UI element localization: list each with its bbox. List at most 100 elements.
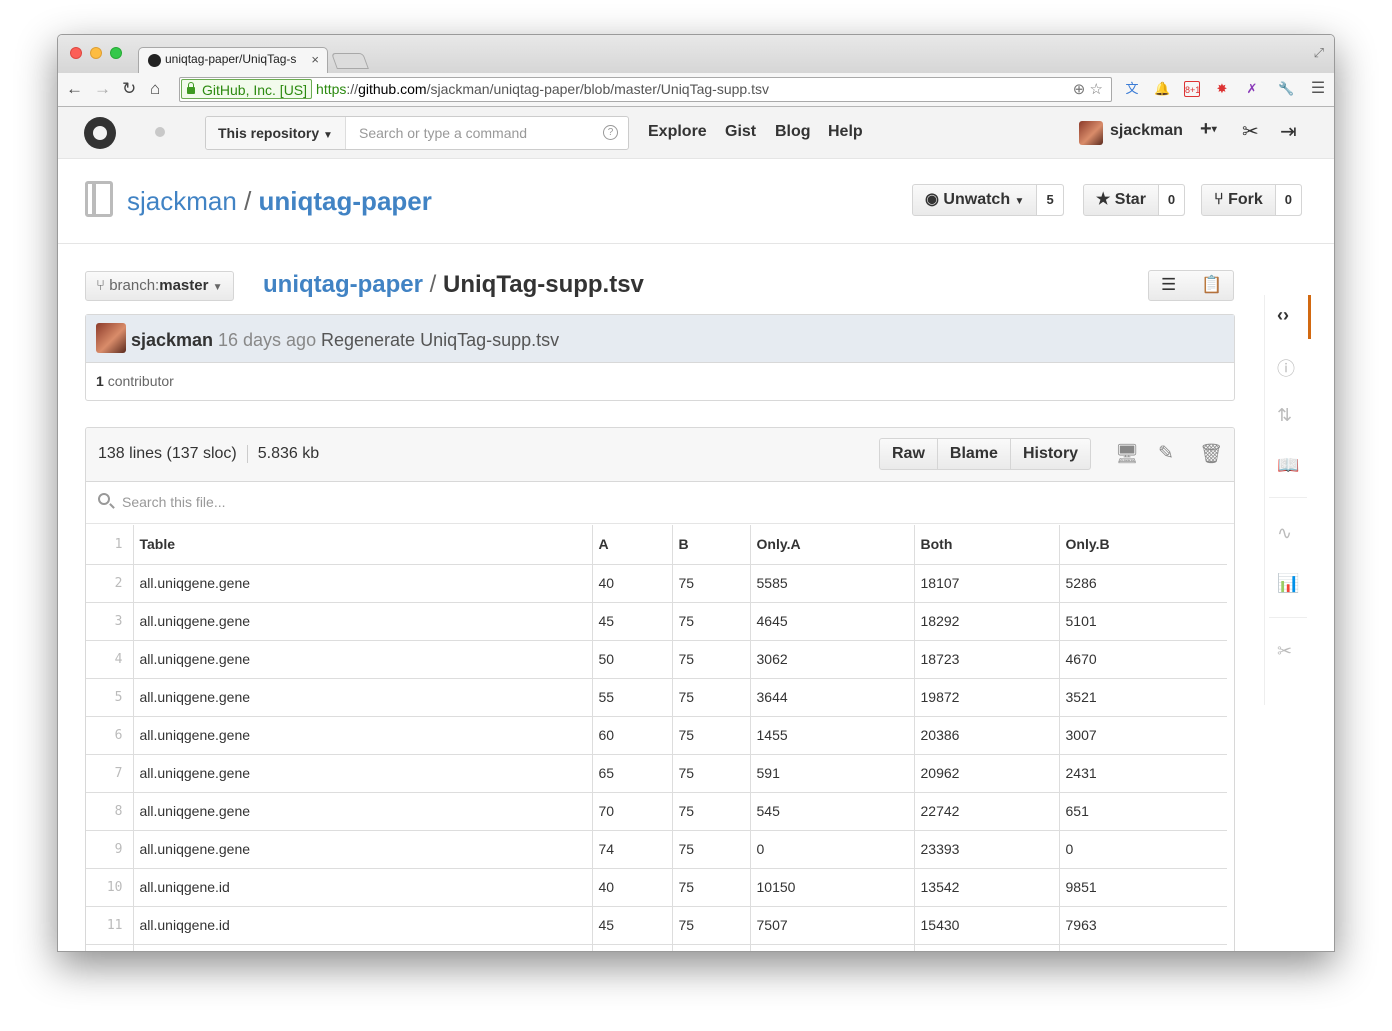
table-cell: 55 <box>591 678 672 717</box>
settings-tools-icon[interactable]: ✂ <box>1242 119 1259 144</box>
window-close-button[interactable] <box>70 47 82 59</box>
pull-requests-icon[interactable]: ⇅ <box>1277 405 1292 426</box>
breadcrumb-repo-link[interactable]: uniqtag-paper <box>263 271 423 298</box>
table-cell: 75 <box>671 830 750 869</box>
table-cell: 50 <box>591 640 672 679</box>
notification-bell-icon[interactable]: 🔔 <box>1154 81 1170 97</box>
commit-author[interactable]: sjackman <box>131 330 213 351</box>
user-avatar[interactable] <box>1079 121 1103 145</box>
commit-message[interactable]: Regenerate UniqTag-supp.tsv <box>321 330 559 351</box>
raw-button[interactable]: Raw <box>880 439 938 469</box>
file-actions: Raw Blame History <box>879 438 1092 470</box>
watchers-count[interactable]: 5 <box>1036 185 1063 215</box>
code-icon[interactable]: ‹› <box>1277 305 1289 326</box>
forward-arrow-icon[interactable]: → <box>94 79 111 99</box>
nav-explore[interactable]: Explore <box>648 123 707 141</box>
site-search: This repository ▼ ? <box>205 116 629 150</box>
line-number[interactable]: 5 <box>86 678 133 717</box>
url-host: github.com <box>358 81 427 97</box>
reload-icon[interactable]: ↻ <box>122 79 136 99</box>
table-row: 9 all.uniqgene.gene 74 75 0 23393 0 <box>86 830 1227 869</box>
zoom-icon[interactable]: ⊕ <box>1073 81 1086 98</box>
table-cell: all.uniqgene.gene <box>132 716 592 755</box>
address-bar[interactable]: GitHub, Inc. [US] https://github.com/sjac… <box>179 77 1112 102</box>
repo-header: sjackman / uniqtag-paper ◉ Unwatch ▼ 5 ★ … <box>58 159 1334 244</box>
settings-icon[interactable]: ✂ <box>1277 641 1292 662</box>
line-number[interactable]: 8 <box>86 792 133 831</box>
branch-selector[interactable]: ⑂ branch:master ▼ <box>85 271 234 301</box>
table-cell: 18723 <box>913 640 1059 679</box>
window-minimize-button[interactable] <box>90 47 102 59</box>
line-number[interactable]: 1 <box>86 525 133 565</box>
window-maximize-button[interactable] <box>110 47 122 59</box>
search-scope-dropdown[interactable]: This repository ▼ <box>206 117 346 149</box>
repo-title: sjackman / uniqtag-paper <box>127 186 432 217</box>
google-plus-icon[interactable]: 8+1 <box>1184 81 1200 97</box>
table-cell: 10150 <box>749 868 914 907</box>
table-cell: 3644 <box>749 678 914 717</box>
fullscreen-icon[interactable]: ⤢ <box>1314 45 1324 61</box>
stargazers-count[interactable]: 0 <box>1157 185 1185 215</box>
browser-tab[interactable]: uniqtag-paper/UniqTag-s × <box>138 47 328 73</box>
graphs-icon[interactable]: 📊 <box>1277 573 1299 594</box>
search-help-icon[interactable]: ? <box>603 125 618 140</box>
nav-blog[interactable]: Blog <box>775 123 811 141</box>
home-icon[interactable]: ⌂ <box>150 79 160 99</box>
fork-button[interactable]: ⑂ Fork <box>1202 185 1275 215</box>
line-number[interactable]: 10 <box>86 868 133 907</box>
create-new-icon[interactable]: +▾ <box>1200 118 1217 141</box>
watch-button-group: ◉ Unwatch ▼ 5 <box>912 184 1064 216</box>
table-cell: 5101 <box>1058 602 1227 641</box>
desktop-icon[interactable]: 🖥 <box>1115 442 1139 466</box>
line-number[interactable]: 11 <box>86 906 133 945</box>
repo-owner-link[interactable]: sjackman <box>127 186 237 216</box>
ev-certificate-badge[interactable]: GitHub, Inc. [US] <box>181 79 313 99</box>
extension-puzzle-icon[interactable]: ✗ <box>1244 81 1260 97</box>
line-number[interactable]: 4 <box>86 640 133 679</box>
translate-extension-icon[interactable]: 文 <box>1124 81 1140 97</box>
octocat-logo-icon[interactable] <box>84 117 116 149</box>
file-search-input[interactable] <box>122 482 622 522</box>
file-list-icon[interactable]: ☰ <box>1161 275 1176 295</box>
contributors[interactable]: 1 contributor <box>96 373 174 389</box>
tab-close-icon[interactable]: × <box>311 52 319 67</box>
table-cell: 545 <box>749 792 914 831</box>
edit-pencil-icon[interactable]: ✎ <box>1158 442 1174 465</box>
line-number[interactable]: 6 <box>86 716 133 755</box>
repo-name-link[interactable]: uniqtag-paper <box>259 186 432 216</box>
username-link[interactable]: sjackman <box>1110 122 1183 140</box>
extension-gear-icon[interactable]: ✸ <box>1214 81 1230 97</box>
notifications-dot-icon[interactable] <box>155 127 165 137</box>
table-cell: 20386 <box>913 716 1059 755</box>
blame-button[interactable]: Blame <box>938 439 1011 469</box>
line-number[interactable]: 7 <box>86 754 133 793</box>
table-cell: all.uniqgene.gene <box>132 640 592 679</box>
wiki-icon[interactable]: 📖 <box>1277 455 1299 476</box>
pulse-icon[interactable]: ∿ <box>1277 523 1292 544</box>
bookmark-star-icon[interactable]: ☆ <box>1090 81 1103 98</box>
line-number[interactable]: 2 <box>86 564 133 603</box>
sign-out-icon[interactable]: ⇥ <box>1280 119 1297 144</box>
line-number[interactable] <box>86 944 133 951</box>
back-arrow-icon[interactable]: ← <box>66 79 83 99</box>
menu-icon[interactable]: ☰ <box>1310 81 1326 97</box>
issues-icon[interactable]: ⓘ <box>1277 355 1295 381</box>
line-number[interactable]: 9 <box>86 830 133 869</box>
site-search-input[interactable] <box>346 117 596 149</box>
history-button[interactable]: History <box>1011 439 1090 469</box>
unwatch-button[interactable]: ◉ Unwatch ▼ <box>913 185 1036 215</box>
new-tab-button[interactable] <box>331 53 369 69</box>
table-cell: 15430 <box>913 906 1059 945</box>
nav-help[interactable]: Help <box>828 123 863 141</box>
eye-icon: ◉ <box>925 191 939 208</box>
caret-down-icon: ▼ <box>1014 196 1025 207</box>
trash-icon[interactable]: 🗑 <box>1199 442 1223 466</box>
nav-gist[interactable]: Gist <box>725 123 756 141</box>
line-number[interactable]: 3 <box>86 602 133 641</box>
star-button[interactable]: ★ Star <box>1084 185 1158 215</box>
forks-count[interactable]: 0 <box>1274 185 1301 215</box>
commit-author-avatar[interactable] <box>96 323 126 353</box>
table-cell <box>671 944 750 951</box>
wrench-icon[interactable]: 🔧 <box>1278 81 1294 97</box>
clipboard-icon[interactable]: 📋 <box>1201 275 1222 295</box>
